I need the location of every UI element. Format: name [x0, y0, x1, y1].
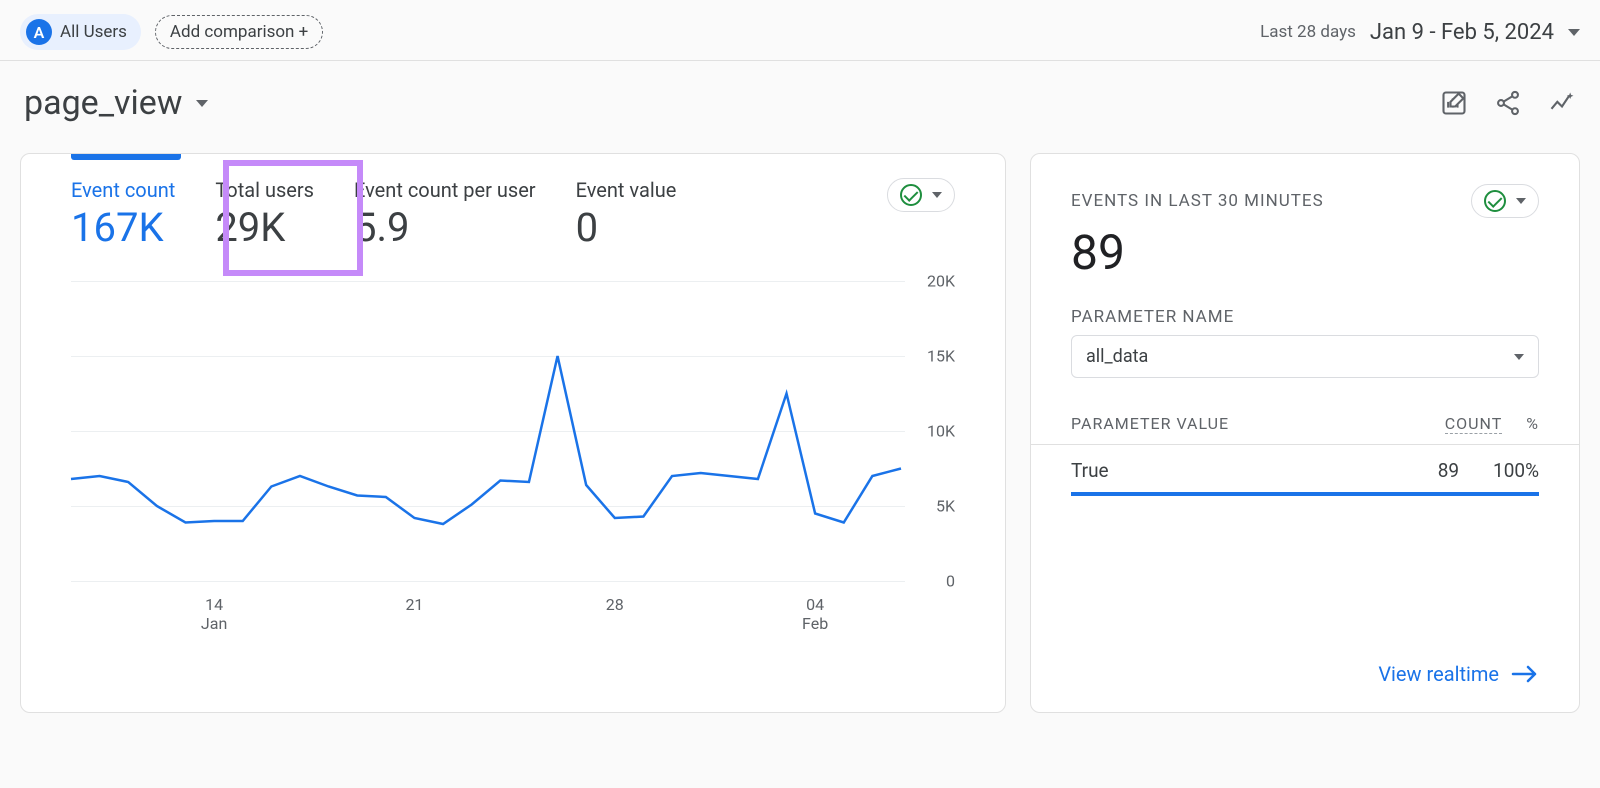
all-users-label: All Users — [60, 22, 127, 42]
metric-total-users[interactable]: Total users 29K — [215, 178, 314, 251]
date-range-picker[interactable]: Last 28 days Jan 9 - Feb 5, 2024 — [1260, 20, 1580, 45]
x-axis-label: 28 — [585, 595, 645, 614]
insights-icon[interactable] — [1548, 89, 1576, 117]
status-filter-pill[interactable] — [1471, 184, 1539, 218]
metric-event-count-per-user[interactable]: Event count per user 5.9 — [354, 178, 536, 251]
y-axis-label: 10K — [927, 422, 955, 441]
event-name: page_view — [24, 83, 182, 123]
all-users-chip[interactable]: A All Users — [20, 14, 141, 50]
date-range-value: Jan 9 - Feb 5, 2024 — [1370, 20, 1554, 45]
page-title-row: page_view — [0, 61, 1600, 153]
table-row: True 89 100% — [1031, 445, 1579, 492]
metric-value: 5.9 — [354, 204, 536, 251]
y-axis-label: 5K — [936, 497, 955, 516]
chevron-down-icon — [196, 100, 208, 107]
date-range-hint: Last 28 days — [1260, 22, 1356, 42]
top-filter-bar: A All Users Add comparison + Last 28 day… — [0, 0, 1600, 61]
parameter-name-label: PARAMETER NAME — [1071, 307, 1539, 327]
metric-label: Event count per user — [354, 178, 536, 202]
check-circle-icon — [1484, 190, 1506, 212]
col-count: COUNT — [1445, 414, 1503, 434]
realtime-card: EVENTS IN LAST 30 MINUTES 89 PARAMETER N… — [1030, 153, 1580, 713]
chevron-down-icon — [1516, 198, 1526, 204]
view-realtime-label: View realtime — [1378, 662, 1499, 686]
title-actions — [1440, 89, 1576, 117]
y-axis-label: 0 — [946, 572, 955, 591]
view-realtime-link[interactable]: View realtime — [1031, 642, 1579, 712]
row-progress-bar — [1071, 492, 1539, 496]
x-axis-label: 21 — [384, 595, 444, 614]
y-axis-label: 20K — [927, 272, 955, 291]
chevron-down-icon — [1568, 29, 1580, 36]
metric-value: 167K — [71, 204, 175, 251]
chevron-down-icon — [932, 192, 942, 198]
parameter-name-section: PARAMETER NAME all_data — [1031, 297, 1579, 388]
arrow-right-icon — [1511, 665, 1539, 683]
parameter-name-value: all_data — [1086, 346, 1148, 367]
parameter-table-header: PARAMETER VALUE COUNT % — [1031, 388, 1579, 445]
y-axis-label: 15K — [927, 347, 955, 366]
cards-row: Event count 167K Total users 29K Event c… — [0, 153, 1600, 713]
parameter-name-select[interactable]: all_data — [1071, 335, 1539, 378]
all-users-avatar-icon: A — [26, 19, 52, 45]
metric-value: 0 — [576, 204, 677, 251]
row-count: 89 — [1438, 459, 1459, 482]
event-count-chart: 0 5K 10K 15K 20K 14Jan 21 28 04Feb — [21, 261, 1005, 661]
realtime-header: EVENTS IN LAST 30 MINUTES — [1031, 154, 1579, 224]
col-percent: % — [1526, 414, 1539, 434]
x-axis-label: 04Feb — [785, 595, 845, 633]
add-comparison-button[interactable]: Add comparison + — [155, 15, 323, 49]
check-circle-icon — [900, 184, 922, 206]
add-comparison-label: Add comparison + — [170, 22, 308, 42]
col-parameter-value: PARAMETER VALUE — [1071, 414, 1229, 434]
edit-chart-icon[interactable] — [1440, 89, 1468, 117]
metric-label: Total users — [215, 178, 314, 202]
metric-label: Event value — [576, 178, 677, 202]
metric-tabs: Event count 167K Total users 29K Event c… — [21, 154, 1005, 261]
realtime-value: 89 — [1031, 224, 1579, 297]
metric-event-count[interactable]: Event count 167K — [71, 178, 175, 251]
chevron-down-icon — [1514, 354, 1524, 360]
metric-event-value[interactable]: Event value 0 — [576, 178, 677, 251]
realtime-title: EVENTS IN LAST 30 MINUTES — [1071, 191, 1324, 211]
event-selector[interactable]: page_view — [24, 83, 208, 123]
status-filter-pill[interactable] — [887, 178, 955, 212]
main-chart-card: Event count 167K Total users 29K Event c… — [20, 153, 1006, 713]
row-value: True — [1071, 459, 1109, 482]
metric-label: Event count — [71, 178, 175, 202]
x-axis-label: 14Jan — [184, 595, 244, 633]
row-percent: 100% — [1493, 459, 1539, 482]
metric-value: 29K — [215, 204, 314, 251]
share-icon[interactable] — [1494, 89, 1522, 117]
